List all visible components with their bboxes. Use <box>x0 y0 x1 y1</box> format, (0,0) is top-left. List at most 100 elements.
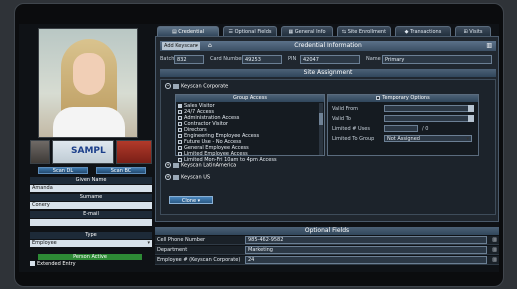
given-name-field[interactable]: Amanda <box>30 185 152 192</box>
add-keyscan-select[interactable]: Add Keyscan ▾ <box>162 42 200 50</box>
type-select[interactable]: Employee ▾ <box>30 240 152 247</box>
site-icon <box>173 162 179 168</box>
chevron-down-icon: ▾ <box>197 198 201 204</box>
person-panel: SAMPL Scan DL Scan BC Given Name Amanda … <box>30 28 152 272</box>
valid-to-field[interactable] <box>384 115 472 122</box>
optional-field-value[interactable]: 24 <box>245 256 487 264</box>
optional-field-row: Employee # (Keyscan Corporate) 24 ▥ <box>155 256 499 265</box>
valid-to-label: Valid To <box>332 116 351 122</box>
limited-group-value: Not Assigned <box>387 136 420 142</box>
limited-group-label: Limited To Group <box>332 136 375 142</box>
thumbnail-vehicle[interactable] <box>116 140 152 164</box>
site-group-label: Keyscan LatinAmerica <box>181 162 237 169</box>
tab-general-info[interactable]: ▦ General Info <box>281 26 333 36</box>
credential-panel: Credential Information Add Keyscan ▾ ⌂ ▥… <box>155 36 499 222</box>
site-icon <box>173 83 179 89</box>
chevron-down-icon: ▾ <box>147 240 150 246</box>
valid-from-field[interactable] <box>384 105 472 112</box>
extended-entry-label: Extended Entry <box>37 261 76 267</box>
credential-toolbar: Credential Information Add Keyscan ▾ ⌂ ▥ <box>160 41 496 51</box>
tab-label: Optional Fields <box>234 29 272 35</box>
temporary-options-label: Temporary Options <box>382 95 430 101</box>
checkbox-box <box>30 261 35 266</box>
checkbox <box>178 145 182 150</box>
checkbox <box>178 157 182 162</box>
trash-icon[interactable]: ▥ <box>492 257 497 263</box>
home-icon[interactable]: ⌂ <box>208 42 212 49</box>
tab-site-enrollment[interactable]: ⇆ Site Enrollment <box>337 26 391 36</box>
limited-uses-label: Limited # Uses <box>332 126 370 132</box>
card-number-field[interactable]: 49253 <box>242 55 282 64</box>
site-icon <box>173 174 179 180</box>
batch-field[interactable]: 832 <box>174 55 204 64</box>
trash-icon[interactable]: ▥ <box>492 237 497 243</box>
tab-optional-fields[interactable]: ☰ Optional Fields <box>223 26 277 36</box>
trash-icon[interactable]: ▥ <box>492 247 497 253</box>
license-text: SAMPL <box>71 146 106 156</box>
app-screen: SAMPL Scan DL Scan BC Given Name Amanda … <box>19 24 499 272</box>
temporary-options-box: Temporary Options Valid From Valid To Li… <box>327 94 479 156</box>
group-access-scrollbar[interactable] <box>319 103 323 155</box>
optional-field-value[interactable]: Marketing <box>245 246 487 254</box>
limited-uses-suffix: / 0 <box>422 126 429 132</box>
site-assignment-tree: − Keyscan Corporate Group Access Sales Vi… <box>160 79 496 215</box>
tab-label: Visits <box>469 29 483 35</box>
tab-transactions[interactable]: ◆ Transactions <box>395 26 451 36</box>
checkbox <box>178 109 182 114</box>
optional-field-row: Cell Phone Number 985-462-9582 ▥ <box>155 236 499 245</box>
temporary-options-checkbox[interactable] <box>376 95 381 100</box>
email-field[interactable] <box>30 219 152 226</box>
scrollbar-thumb[interactable] <box>319 113 323 125</box>
pin-field[interactable]: 42047 <box>300 55 360 64</box>
site-group-keyscan-us[interactable]: + Keyscan US <box>165 174 210 181</box>
clone-button[interactable]: Clone ▾ <box>169 196 213 204</box>
checkbox <box>178 115 182 120</box>
scan-bc-button[interactable]: Scan BC <box>96 167 146 174</box>
limited-uses-field[interactable] <box>384 125 418 132</box>
thumbnail-license[interactable]: SAMPL <box>52 140 114 164</box>
card-number-label: Card Number <box>210 56 244 62</box>
site-group-keyscan-latinamerica[interactable]: + Keyscan LatinAmerica <box>165 162 236 169</box>
group-access-list: Sales Visitor 24/7 Access Administration… <box>178 103 318 163</box>
photo-face <box>73 53 105 95</box>
site-group-keyscan-corporate[interactable]: − Keyscan Corporate <box>165 83 228 90</box>
extended-entry-checkbox[interactable]: Extended Entry <box>30 261 76 267</box>
checkbox <box>178 151 182 156</box>
chevron-down-icon: ▾ <box>195 43 198 49</box>
tab-visits[interactable]: ⊞ Visits <box>455 26 491 36</box>
optional-field-row: Department Marketing ▥ <box>155 246 499 255</box>
site-group-label: Keyscan US <box>181 174 211 181</box>
optional-field-label: Department <box>157 247 188 253</box>
type-value: Employee <box>32 240 57 246</box>
expand-icon: + <box>165 174 171 180</box>
document-thumbnails: SAMPL <box>30 140 152 164</box>
thumbnail-photo[interactable] <box>30 140 50 164</box>
optional-field-label: Cell Phone Number <box>157 237 206 243</box>
limited-group-select[interactable]: Not Assigned ▾ <box>384 135 472 142</box>
detail-panel: ▤ Credential Information ☰ Optional Fiel… <box>155 24 499 272</box>
tab-credential-information[interactable]: ▤ Credential Information <box>157 26 219 45</box>
scan-buttons: Scan DL Scan BC <box>38 167 148 174</box>
tab-label: Site Enrollment <box>347 29 387 35</box>
surname-field[interactable]: Conery <box>30 202 152 209</box>
person-active-status[interactable]: Person Active <box>38 254 142 260</box>
surname-label: Surname <box>30 194 152 201</box>
optional-field-value[interactable]: 985-462-9582 <box>245 236 487 244</box>
person-photo <box>38 28 138 138</box>
collapse-icon: − <box>165 83 171 89</box>
given-name-label: Given Name <box>30 177 152 184</box>
credential-name-field[interactable]: Primary <box>382 55 492 64</box>
site-assignment-title: Site Assignment <box>160 69 496 77</box>
calendar-icon[interactable] <box>468 115 474 122</box>
add-keyscan-label: Add Keyscan <box>164 43 196 49</box>
chevron-down-icon: ▾ <box>466 136 469 142</box>
scan-dl-button[interactable]: Scan DL <box>38 167 88 174</box>
checkbox <box>178 139 182 144</box>
calendar-icon[interactable] <box>468 105 474 112</box>
trash-icon[interactable]: ▥ <box>486 42 492 49</box>
credential-fields: Batch 832 Card Number 49253 PIN 42047 Na… <box>160 55 496 65</box>
optional-field-label: Employee # (Keyscan Corporate) <box>157 257 241 263</box>
batch-label: Batch <box>160 56 175 62</box>
checkbox-checked <box>178 103 182 108</box>
tab-label: General Info <box>294 29 326 35</box>
